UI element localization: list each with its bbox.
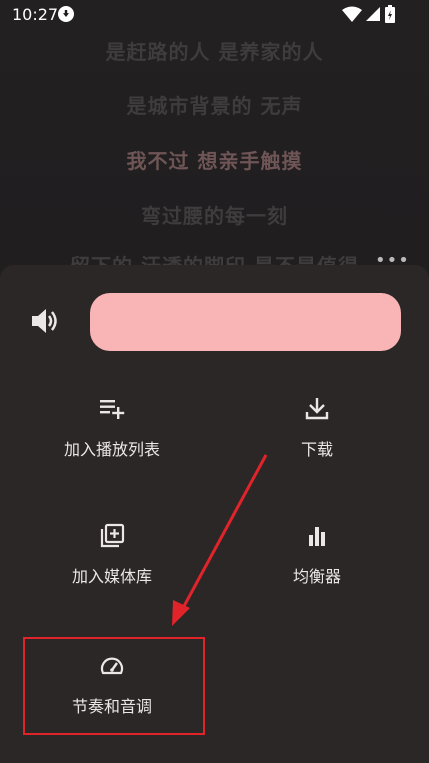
more-options-icon[interactable]: ••• [375,250,410,271]
download-icon [305,398,329,420]
add-to-library-button[interactable]: 加入媒体库 [57,523,167,587]
status-time: 10:27 [12,5,59,24]
download-label: 下载 [300,440,333,459]
equalizer-button[interactable]: 均衡器 [277,523,357,587]
volume-icon[interactable] [30,307,60,335]
playlist-add-icon [100,400,125,419]
cellular-signal-icon [366,7,380,21]
download-notification-icon [58,6,74,22]
status-bar: 10:27 [0,0,429,30]
highlight-box [23,637,205,735]
lyric-line: 弯过腰的每一刻 [141,204,288,228]
library-add-icon [100,523,125,548]
lyric-line-current: 我不过 想亲手触摸 [126,149,303,173]
equalizer-label: 均衡器 [292,567,341,586]
lyric-line: 是城市背景的 无声 [126,94,303,118]
lyric-line: 是赶路的人 是养家的人 [105,40,324,64]
volume-slider[interactable] [90,293,401,351]
download-button[interactable]: 下载 [277,396,357,460]
battery-icon [385,5,395,23]
add-to-library-label: 加入媒体库 [71,567,152,586]
add-to-playlist-button[interactable]: 加入播放列表 [52,396,172,460]
add-to-playlist-label: 加入播放列表 [63,440,160,459]
equalizer-icon [309,527,325,546]
wifi-icon [342,6,362,22]
screen: 10:27 是赶路的人 是养家的人 是城市背景的 无声 我不过 想亲手触摸 弯过… [0,0,429,763]
